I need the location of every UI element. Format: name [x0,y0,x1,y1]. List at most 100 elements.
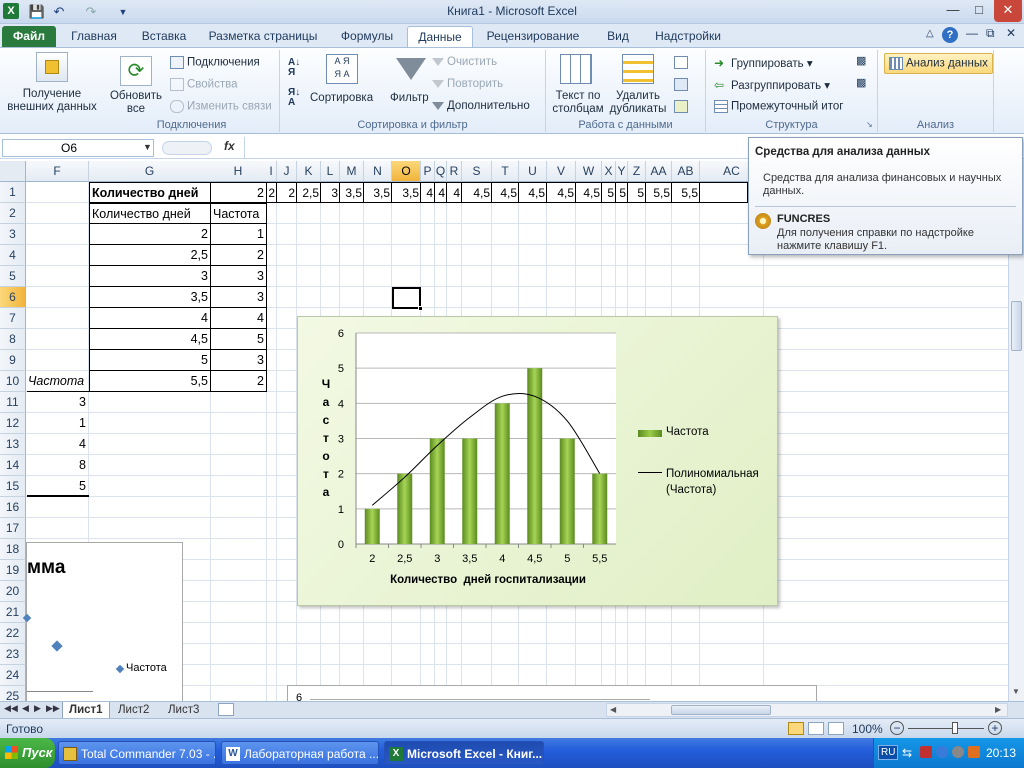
column-header-k[interactable]: K [297,161,321,182]
row-header-17[interactable]: 17 [0,518,26,539]
start-button[interactable]: Пуск [0,738,55,768]
zoom-out-icon[interactable]: − [890,721,904,735]
connections-button[interactable]: Подключения [170,56,260,69]
cell-row1-j[interactable]: 2 [277,182,297,203]
what-if-icon[interactable] [674,100,688,113]
cell-freq-6[interactable]: 3 [210,287,267,308]
column-header-ab[interactable]: AB [672,161,700,182]
row-header-20[interactable]: 20 [0,581,26,602]
cell-row1-aa[interactable]: 5,5 [646,182,672,203]
row-header-8[interactable]: 8 [0,329,26,350]
ribbon-minimize-icon[interactable]: △ [926,28,934,39]
row-header-16[interactable]: 16 [0,497,26,518]
column-header-f[interactable]: F [26,161,89,182]
cell-f14[interactable]: 8 [27,455,89,476]
tray-icon-3[interactable] [936,746,948,758]
sort-button[interactable]: Сортировка [310,92,373,104]
group-button[interactable]: ➜ Группировать ▾ [714,56,813,70]
name-box-dropdown-icon[interactable]: ▼ [143,142,152,152]
name-box[interactable]: O6 [2,139,154,157]
remove-duplicates-button[interactable]: Удалить дубликаты [608,90,668,116]
row-header-13[interactable]: 13 [0,434,26,455]
cell-days-6[interactable]: 3,5 [89,287,211,308]
cell-g1[interactable]: Количество дней [89,182,211,203]
hscroll-right-icon[interactable]: ▶ [995,705,1001,714]
chart-main[interactable]: 0 1 2 3 4 5 6 2 2,5 3 3,5 4 4,5 5 5,5 Ч а с т о т а Ко… [297,316,778,606]
cell-freq-3[interactable]: 1 [210,224,267,245]
workbook-close-icon[interactable]: ✕ [1006,26,1016,40]
workbook-minimize-icon[interactable]: — [966,26,978,40]
cell-f11[interactable]: 3 [27,392,89,413]
cell-freq-5[interactable]: 3 [210,266,267,287]
tab-review[interactable]: Рецензирование [480,26,586,48]
clock[interactable]: 20:13 [986,746,1016,760]
cell-days-9[interactable]: 5 [89,350,211,371]
sheet-nav-prev-icon[interactable]: ◀ [22,703,29,714]
task-excel[interactable]: X Microsoft Excel - Книг... [384,741,544,765]
cell-f10[interactable]: Частота [27,371,89,392]
cell-days-3[interactable]: 2 [89,224,211,245]
cell-days-7[interactable]: 4 [89,308,211,329]
cell-days-10[interactable]: 5,5 [89,371,211,392]
cell-row1-q[interactable]: 4 [435,182,447,203]
tab-formulas[interactable]: Формулы [330,26,404,48]
cell-h2[interactable]: Частота [210,203,267,224]
close-button[interactable]: ✕ [994,0,1022,22]
zoom-slider-track[interactable] [908,728,984,729]
outline-dialog-launcher-icon[interactable]: ↘ [866,120,873,129]
row-header-15[interactable]: 15 [0,476,26,497]
column-header-v[interactable]: V [547,161,576,182]
column-header-o[interactable]: O [392,161,421,182]
cell-row1-ab[interactable]: 5,5 [672,182,700,203]
row-header-6[interactable]: 6 [0,287,26,308]
zoom-in-icon[interactable]: + [988,721,1002,735]
insert-sheet-icon[interactable] [218,703,234,716]
cell-row1-p[interactable]: 4 [421,182,435,203]
cell-freq-8[interactable]: 5 [210,329,267,350]
cell-f13[interactable]: 4 [27,434,89,455]
hscroll-thumb[interactable] [671,705,771,715]
cell-freq-4[interactable]: 2 [210,245,267,266]
active-cell-o6[interactable] [392,287,421,309]
column-header-r[interactable]: R [447,161,462,182]
formula-splitter[interactable] [162,141,212,155]
maximize-button[interactable]: □ [966,0,992,22]
scroll-down-icon[interactable]: ▼ [1012,687,1020,696]
column-header-m[interactable]: M [340,161,364,182]
cell-freq-10[interactable]: 2 [210,371,267,392]
cell-row1-n[interactable]: 3,5 [364,182,392,203]
task-word[interactable]: W Лабораторная работа ... [221,741,379,765]
column-header-h[interactable]: H [210,161,267,182]
clear-button[interactable]: Очистить [432,56,497,68]
text-to-columns-button[interactable]: Текст по столбцам [548,90,608,116]
cell-row1-l[interactable]: 3 [321,182,340,203]
row-header-11[interactable]: 11 [0,392,26,413]
cell-freq-9[interactable]: 3 [210,350,267,371]
language-indicator[interactable]: RU [878,745,899,760]
row-header-4[interactable]: 4 [0,245,26,266]
cell-freq-7[interactable]: 4 [210,308,267,329]
hscroll-left-icon[interactable]: ◀ [610,705,616,714]
sheet-tab-2[interactable]: Лист2 [112,702,155,719]
sheet-nav-next-icon[interactable]: ▶ [34,703,41,714]
row-header-2[interactable]: 2 [0,203,26,224]
properties-button[interactable]: Свойства [170,78,238,91]
row-header-24[interactable]: 24 [0,665,26,686]
page-layout-view-icon[interactable] [808,722,824,735]
get-external-data-button[interactable]: Получение внешних данных [2,88,102,114]
refresh-all-button[interactable]: Обновить все [106,90,166,116]
sheet-nav-first-icon[interactable]: ◀◀ [4,703,18,714]
cell-h1[interactable]: 2 [210,182,267,203]
cell-row1-v[interactable]: 4,5 [547,182,576,203]
row-header-22[interactable]: 22 [0,623,26,644]
row-header-18[interactable]: 18 [0,539,26,560]
tray-icon-4[interactable] [952,746,964,758]
tray-icon-1[interactable]: ⇆ [902,746,912,760]
cell-row1-z[interactable]: 5 [628,182,646,203]
cell-f12[interactable]: 1 [27,413,89,434]
chart-tertiary[interactable]: 6 [287,685,817,701]
cell-row1-y[interactable]: 5 [616,182,628,203]
cell-row1-u[interactable]: 4,5 [519,182,547,203]
tab-data[interactable]: Данные [407,26,473,48]
row-header-9[interactable]: 9 [0,350,26,371]
